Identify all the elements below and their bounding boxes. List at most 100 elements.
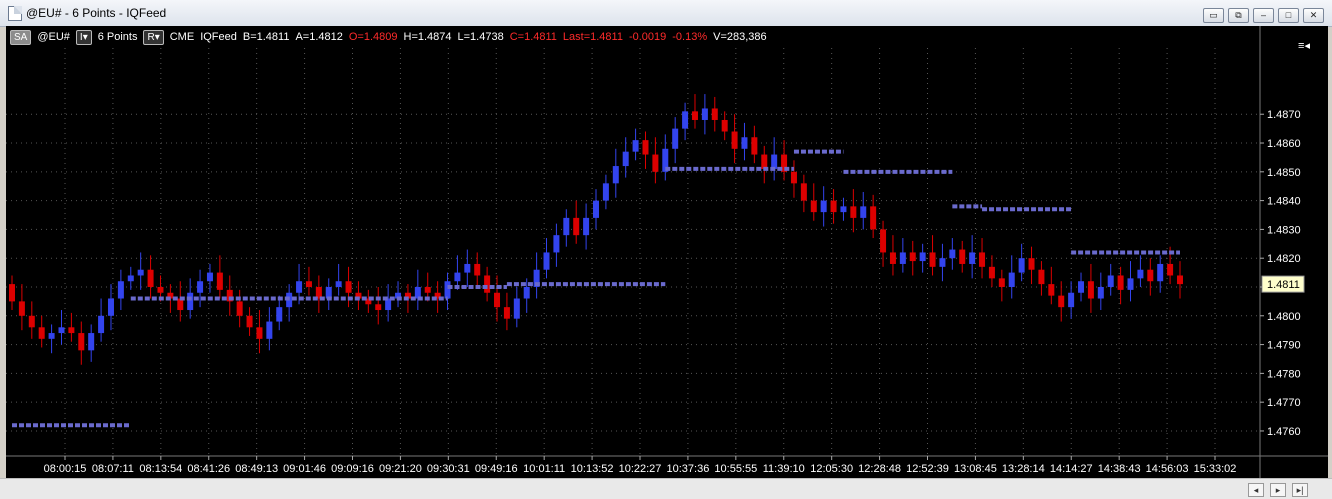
candle-body bbox=[48, 333, 55, 339]
candle-body bbox=[593, 200, 599, 218]
candle-body bbox=[672, 128, 679, 149]
high-value: H=1.4874 bbox=[403, 31, 452, 43]
candle-body bbox=[444, 281, 451, 299]
x-tick-label: 09:21:20 bbox=[379, 463, 422, 475]
candle-body bbox=[602, 183, 609, 201]
candle-body bbox=[345, 281, 352, 293]
candle-body bbox=[969, 252, 976, 264]
candle-body bbox=[18, 301, 25, 316]
candlestick-chart[interactable]: 1.4760 1.4770 1.4780 1.4790 1.4800 1.4820 1.48… bbox=[6, 26, 1328, 478]
interval-dropdown-button[interactable]: I▾ bbox=[75, 29, 92, 45]
candle-body bbox=[959, 249, 966, 264]
candle-body bbox=[909, 252, 916, 262]
x-tick-label: 10:13:52 bbox=[571, 463, 614, 475]
window-controls: ▭ ⧉ – □ ✕ bbox=[1203, 8, 1324, 23]
candle-body bbox=[870, 206, 877, 230]
title-bar: @EU# - 6 Points - IQFeed ▭ ⧉ – □ ✕ bbox=[0, 0, 1332, 27]
minimize-button[interactable]: – bbox=[1253, 8, 1274, 23]
candle-body bbox=[850, 206, 857, 218]
candle-body bbox=[276, 307, 283, 322]
x-tick-label: 12:28:48 bbox=[858, 463, 901, 475]
candle-body bbox=[553, 235, 560, 253]
x-tick-label: 09:30:31 bbox=[427, 463, 470, 475]
x-tick-label: 10:55:55 bbox=[714, 463, 757, 475]
x-tick-label: 08:41:26 bbox=[187, 463, 230, 475]
candle-body bbox=[296, 281, 303, 293]
candle-body bbox=[1117, 275, 1124, 290]
candle-body bbox=[484, 275, 491, 293]
x-tick-label: 13:08:45 bbox=[954, 463, 997, 475]
maximize-button[interactable]: □ bbox=[1278, 8, 1299, 23]
candle-body bbox=[216, 272, 223, 290]
candle-body bbox=[889, 252, 896, 264]
candle-body bbox=[1068, 292, 1075, 308]
candle-body bbox=[741, 137, 748, 149]
candle-body bbox=[929, 252, 936, 267]
chart-area[interactable]: 1.4760 1.4770 1.4780 1.4790 1.4800 1.4820 1.48… bbox=[6, 26, 1328, 478]
candle-body bbox=[88, 333, 95, 351]
close-value: C=1.4811 bbox=[509, 31, 557, 43]
x-tick-label: 10:01:11 bbox=[523, 463, 565, 475]
candle-body bbox=[137, 269, 144, 276]
candle-body bbox=[107, 298, 114, 316]
x-tick-label: 12:52:39 bbox=[906, 463, 949, 475]
candle-body bbox=[513, 298, 520, 319]
candle-body bbox=[503, 307, 510, 319]
x-tick-label: 10:37:36 bbox=[667, 463, 710, 475]
candle-body bbox=[899, 252, 906, 264]
x-tick-label: 13:28:14 bbox=[1002, 463, 1045, 475]
candle-body bbox=[761, 154, 768, 169]
candle-body bbox=[256, 327, 263, 339]
candle-body bbox=[1137, 269, 1144, 279]
low-value: L=1.4738 bbox=[457, 31, 504, 43]
interval-label[interactable]: 6 Points bbox=[98, 31, 138, 43]
window-title: @EU# - 6 Points - IQFeed bbox=[26, 6, 167, 20]
candle-body bbox=[691, 111, 698, 120]
candle-body bbox=[632, 140, 639, 152]
range-dropdown-button[interactable]: R▾ bbox=[143, 29, 164, 45]
y-tick-label: 1.4770 bbox=[1267, 397, 1301, 409]
tile-window-button[interactable]: ⧉ bbox=[1228, 8, 1249, 23]
close-button[interactable]: ✕ bbox=[1303, 8, 1324, 23]
candle-body bbox=[147, 269, 154, 287]
candle-body bbox=[1028, 258, 1035, 270]
candle-body bbox=[810, 200, 817, 213]
candle-body bbox=[771, 154, 778, 169]
candle-body bbox=[543, 252, 550, 270]
x-tick-label: 08:07:11 bbox=[92, 463, 134, 475]
y-tick-label: 1.4800 bbox=[1267, 311, 1301, 323]
volume-value: V=283,386 bbox=[713, 31, 767, 43]
sa-dropdown-button[interactable]: SA bbox=[10, 29, 32, 45]
candle-body bbox=[840, 206, 847, 213]
y-tick-label: 1.4760 bbox=[1267, 426, 1301, 438]
symbol-label[interactable]: @EU# bbox=[37, 31, 70, 43]
candle-body bbox=[998, 278, 1005, 287]
candle-body bbox=[583, 217, 590, 236]
last-price-label: 1.4811 bbox=[1267, 279, 1300, 291]
x-tick-label: 08:00:15 bbox=[44, 463, 87, 475]
chart-menu-icon[interactable]: ≡◂ bbox=[1298, 39, 1310, 52]
candle-body bbox=[236, 301, 243, 316]
candle-body bbox=[1177, 275, 1183, 285]
candle-body bbox=[721, 119, 728, 132]
candle-body bbox=[38, 327, 45, 339]
candle-body bbox=[682, 111, 689, 129]
candle-body bbox=[206, 272, 213, 282]
candle-body bbox=[642, 140, 649, 155]
candle-body bbox=[701, 108, 708, 120]
candle-body bbox=[711, 108, 718, 120]
candle-body bbox=[375, 304, 382, 311]
x-tick-label: 09:49:16 bbox=[475, 463, 518, 475]
change-value: -0.0019 bbox=[628, 31, 667, 43]
link-window-button[interactable]: ▭ bbox=[1203, 8, 1224, 23]
scroll-left-button[interactable]: ◂ bbox=[1248, 483, 1264, 497]
bid-value: B=1.4811 bbox=[242, 31, 290, 43]
candle-body bbox=[266, 321, 273, 339]
scroll-right-button[interactable]: ▸ bbox=[1270, 483, 1286, 497]
scroll-end-button[interactable]: ▸| bbox=[1292, 483, 1308, 497]
x-tick-label: 11:39:10 bbox=[763, 463, 805, 475]
candle-body bbox=[860, 206, 867, 218]
candle-body bbox=[1167, 263, 1174, 276]
candle-body bbox=[305, 281, 312, 287]
x-tick-label: 14:14:27 bbox=[1050, 463, 1093, 475]
